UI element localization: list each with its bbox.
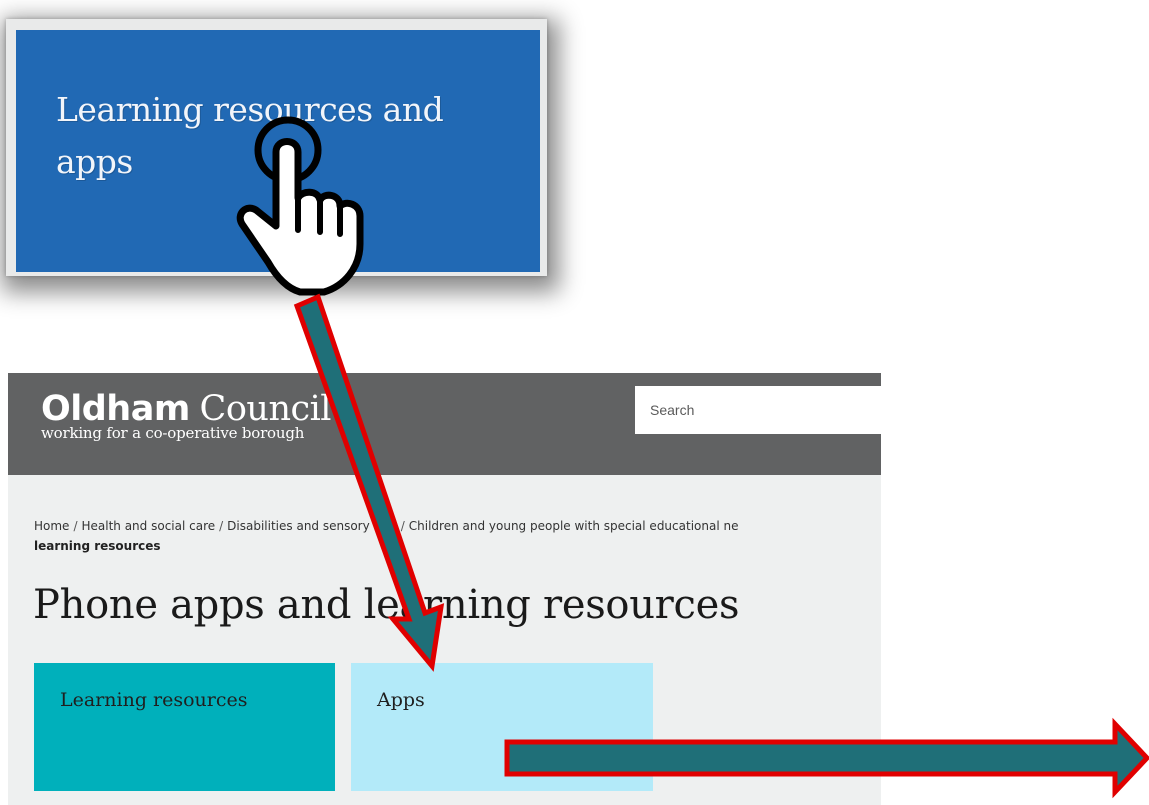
pointing-hand-icon: [236, 116, 364, 296]
council-logo[interactable]: Oldham Council: [41, 389, 331, 429]
breadcrumb-health-and-social-care[interactable]: Health and social care: [81, 519, 215, 533]
logo-tagline: working for a co-operative borough: [41, 424, 305, 442]
site-header: Oldham Council working for a co-operativ…: [8, 373, 881, 475]
breadcrumb-home[interactable]: Home: [34, 519, 69, 533]
breadcrumb-disabilities[interactable]: Disabilities and sensory loss: [227, 519, 397, 533]
page-title: Phone apps and learning resources: [33, 582, 740, 628]
breadcrumb-children-send[interactable]: Children and young people with special e…: [409, 519, 739, 533]
tutorial-screenshot: Learning resources and apps Oldham Counc…: [0, 0, 1149, 805]
breadcrumb-current-page: learning resources: [34, 539, 161, 553]
logo-light-text: Council: [199, 389, 332, 429]
breadcrumb-separator: /: [73, 519, 78, 533]
apps-tile[interactable]: Apps: [351, 663, 653, 791]
oldham-council-page: Oldham Council working for a co-operativ…: [8, 373, 881, 805]
logo-bold-text: Oldham: [41, 389, 190, 429]
breadcrumb-separator: /: [219, 519, 224, 533]
search-input[interactable]: [635, 386, 881, 434]
learning-resources-tile[interactable]: Learning resources: [34, 663, 335, 791]
breadcrumb-separator: /: [400, 519, 405, 533]
breadcrumb: Home / Health and social care / Disabilities…: [34, 516, 881, 536]
